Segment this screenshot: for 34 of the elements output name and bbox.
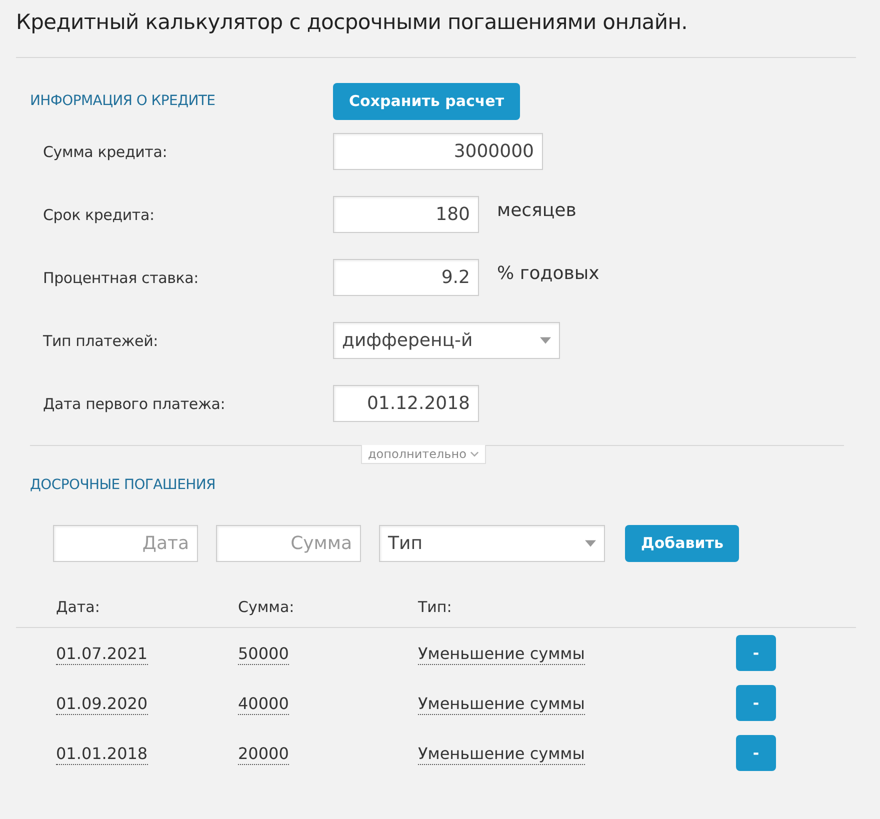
- amount-link[interactable]: 50000: [238, 644, 289, 664]
- unit-label: месяцев: [497, 200, 576, 221]
- field-label: Процентная ставка:: [43, 268, 200, 286]
- field-label: Срок кредита:: [43, 206, 156, 224]
- amount-link[interactable]: 20000: [238, 744, 289, 764]
- type-link[interactable]: Уменьшение суммы: [418, 744, 585, 764]
- date-link[interactable]: 01.09.2020: [56, 694, 148, 714]
- section-heading: ИНФОРМАЦИЯ О КРЕДИТЕ: [30, 93, 216, 109]
- date-field[interactable]: Дата: [53, 524, 198, 562]
- date-link[interactable]: 01.07.2021: [56, 644, 148, 664]
- column-header: Дата:: [56, 598, 101, 616]
- field-label: Тип платежей:: [43, 332, 159, 350]
- type-link[interactable]: Уменьшение суммы: [418, 694, 585, 714]
- amount-link[interactable]: 40000: [238, 694, 289, 714]
- input-field[interactable]: 3000000: [333, 133, 543, 170]
- type-link[interactable]: Уменьшение суммы: [418, 644, 585, 664]
- section-heading: ДОСРОЧНЫЕ ПОГАШЕНИЯ: [29, 476, 216, 495]
- field-label: Дата первого платежа:: [43, 394, 226, 412]
- dropdown-arrow-icon: [540, 337, 551, 344]
- type-select[interactable]: Тип: [379, 524, 605, 562]
- field-label: Сумма кредита:: [43, 142, 168, 160]
- date-link[interactable]: 01.01.2018: [56, 744, 148, 764]
- more-toggle[interactable]: дополнительно: [361, 445, 486, 464]
- column-header: Сумма:: [238, 598, 296, 616]
- dropdown-arrow-icon: [585, 540, 596, 546]
- chevron-down-icon: [470, 451, 480, 457]
- payment-type-select[interactable]: дифференц-й: [333, 322, 560, 359]
- amount-field[interactable]: Сумма: [216, 524, 361, 562]
- date-field[interactable]: 01.12.2018: [333, 385, 479, 422]
- unit-label: % годовых: [497, 263, 600, 284]
- input-field[interactable]: 9.2: [333, 259, 479, 296]
- page-title: Кредитный калькулятор с досрочными погашениями онлайн.: [15, 9, 689, 36]
- input-field[interactable]: 180: [333, 196, 479, 233]
- column-header: Тип:: [418, 598, 453, 616]
